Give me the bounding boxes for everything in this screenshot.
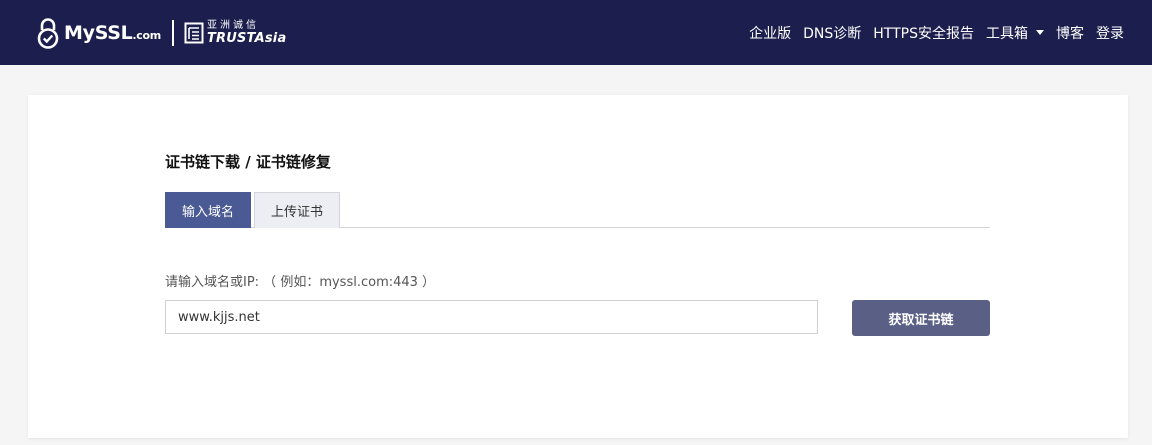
caret-down-icon [1036, 30, 1044, 35]
brand-tld: .com [132, 28, 161, 42]
tab-upload-certificate[interactable]: 上传证书 [254, 192, 341, 228]
nav-toolbox[interactable]: 工具箱 [986, 23, 1044, 43]
brand-divider [171, 19, 174, 46]
lock-icon [37, 17, 59, 49]
top-nav-bar: MySSL.com 亚洲诚信 TRUSTAsia 企业版 DNS诊断 HTTPS… [0, 0, 1152, 65]
tab-bar: 输入域名 上传证书 [165, 192, 990, 228]
get-cert-chain-button[interactable]: 获取证书链 [852, 300, 990, 336]
partner-name-en: TRUSTAsia [206, 30, 287, 46]
nav-https-report[interactable]: HTTPS安全报告 [873, 23, 974, 43]
page-title: 证书链下载 / 证书链修复 [165, 153, 331, 171]
brand-logo[interactable]: MySSL.com 亚洲诚信 TRUSTAsia [36, 17, 286, 49]
partner-logo: 亚洲诚信 TRUSTAsia [206, 19, 287, 46]
nav-login[interactable]: 登录 [1096, 23, 1124, 43]
partner-name-cn: 亚洲诚信 [206, 19, 259, 31]
main-nav: 企业版 DNS诊断 HTTPS安全报告 工具箱 博客 登录 [749, 23, 1124, 43]
main-card: 证书链下载 / 证书链修复 输入域名 上传证书 请输入域名或IP: （ 例如：m… [28, 95, 1128, 438]
nav-dns-diagnosis[interactable]: DNS诊断 [803, 23, 861, 43]
brand-name: MySSL.com [64, 21, 161, 44]
trustasia-mark-icon [184, 22, 204, 43]
nav-enterprise[interactable]: 企业版 [749, 23, 791, 43]
nav-blog[interactable]: 博客 [1056, 23, 1084, 43]
domain-input[interactable] [165, 300, 818, 334]
tab-enter-domain[interactable]: 输入域名 [165, 192, 252, 228]
domain-input-hint: 请输入域名或IP: （ 例如：myssl.com:443 ） [165, 275, 436, 290]
